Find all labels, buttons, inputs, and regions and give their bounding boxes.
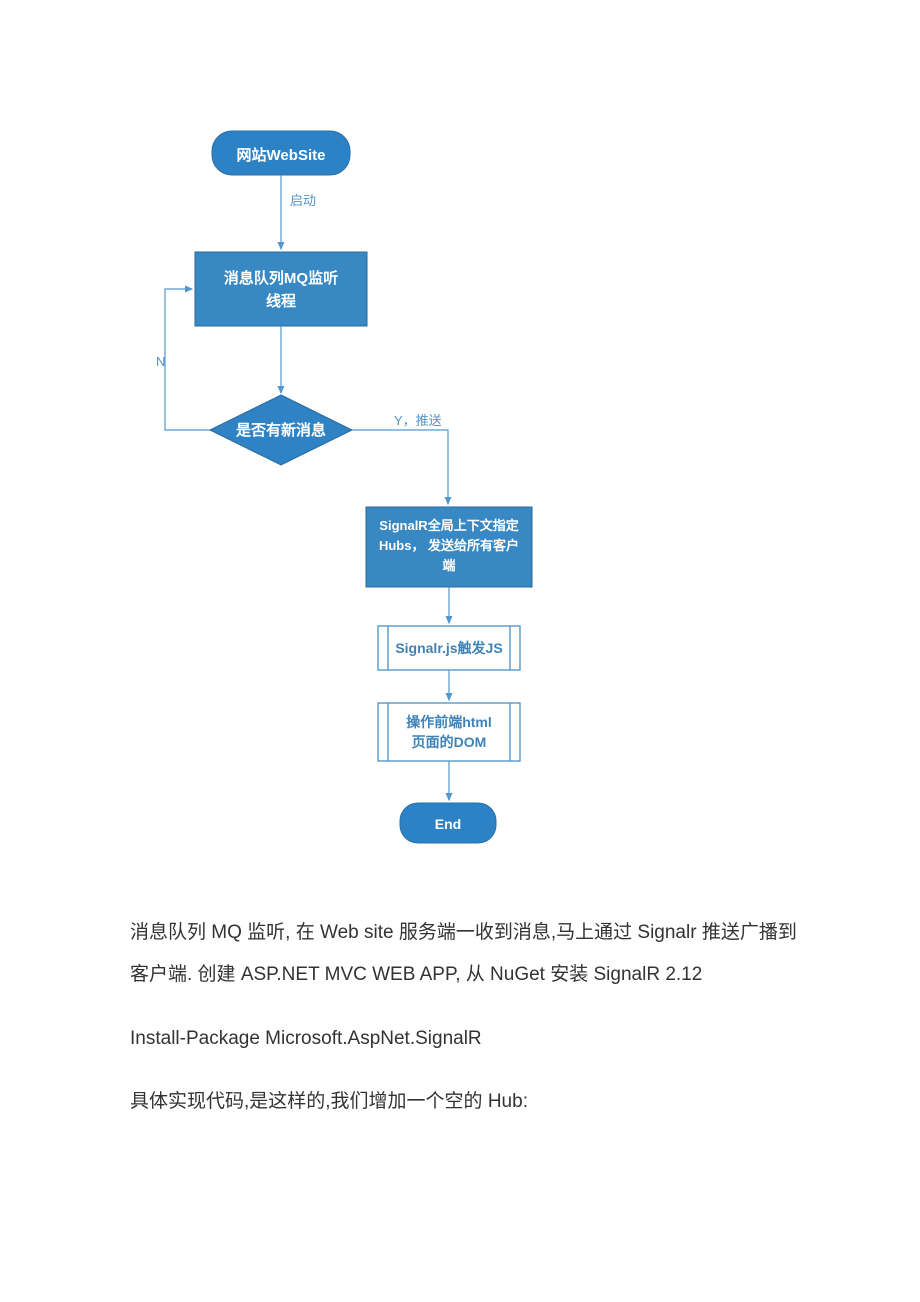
edge-yes-label: Y，推送 (394, 413, 442, 428)
dom-node: 操作前端html 页面的DOM (378, 703, 520, 761)
start-node: 网站WebSite (212, 131, 350, 175)
mq-listener-node: 消息队列MQ监听 线程 (195, 252, 367, 326)
document-page: 网站WebSite 启动 消息队列MQ监听 线程 N 是否有新消息 (0, 0, 920, 1302)
decision-node: 是否有新消息 (210, 395, 352, 465)
flowchart-container: 网站WebSite 启动 消息队列MQ监听 线程 N 是否有新消息 (0, 0, 920, 880)
signalr-ctx-line1: SignalR全局上下文指定 (379, 518, 518, 533)
mq-listener-line2: 线程 (266, 292, 296, 310)
end-node: End (400, 803, 496, 843)
edge-no-label: N (156, 354, 165, 369)
signalr-ctx-line2: Hubs， 发送给所有客户 (379, 538, 519, 553)
signalr-ctx-line3: 端 (442, 558, 455, 573)
paragraph-2: Install-Package Microsoft.AspNet.SignalR (0, 1018, 920, 1060)
paragraph-1: 消息队列 MQ 监听, 在 Web site 服务端一收到消息,马上通过 Sig… (0, 912, 920, 996)
end-label: End (435, 816, 461, 832)
signalr-js-node: Signalr.js触发JS (378, 626, 520, 670)
arrow-yes-line (352, 430, 448, 504)
start-label: 网站WebSite (237, 146, 326, 164)
signalr-context-node: SignalR全局上下文指定 Hubs， 发送给所有客户 端 (366, 507, 532, 587)
dom-line1: 操作前端html (406, 714, 492, 730)
paragraph-3: 具体实现代码,是这样的,我们增加一个空的 Hub: (0, 1081, 920, 1123)
signalr-js-label: Signalr.js触发JS (395, 640, 502, 656)
flowchart-svg: 网站WebSite 启动 消息队列MQ监听 线程 N 是否有新消息 (0, 0, 920, 880)
dom-line2: 页面的DOM (412, 734, 487, 750)
decision-label: 是否有新消息 (235, 421, 326, 439)
mq-listener-line1: 消息队列MQ监听 (224, 269, 338, 287)
edge-launch-label: 启动 (290, 193, 316, 208)
